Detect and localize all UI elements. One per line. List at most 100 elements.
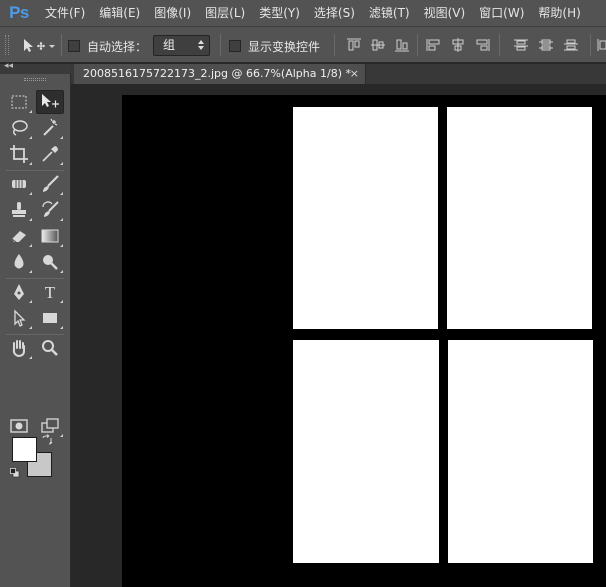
magic-wand-tool[interactable] [36, 116, 64, 140]
brush-icon [43, 175, 59, 192]
crop-icon [10, 145, 28, 163]
align-bottom-icon[interactable] [394, 38, 410, 52]
zoom-icon [42, 340, 58, 356]
healing-brush-icon [12, 180, 26, 188]
history-brush-icon [42, 201, 59, 217]
white-panel-top-right [447, 107, 592, 329]
eraser-tool[interactable] [5, 224, 33, 248]
auto-select-value: 组 [163, 38, 176, 52]
distribute-bottom-icon[interactable] [563, 38, 579, 52]
image-canvas[interactable] [122, 95, 606, 587]
menu-edit[interactable]: 编辑(E) [92, 0, 147, 26]
clone-stamp-icon [12, 202, 26, 217]
menu-view[interactable]: 视图(V) [417, 0, 473, 26]
rectangle-shape-tool[interactable] [36, 306, 64, 330]
quick-mask-button[interactable] [5, 414, 33, 438]
svg-text:T: T [45, 283, 56, 302]
menu-help[interactable]: 帮助(H) [531, 0, 587, 26]
tools-separator [6, 170, 64, 171]
options-separator [220, 34, 221, 56]
document-tab[interactable]: 2008516175722173_2.jpg @ 66.7%(Alpha 1/8… [74, 64, 366, 84]
menu-bar: Ps 文件(F) 编辑(E) 图像(I) 图层(L) 类型(Y) 选择(S) 滤… [0, 0, 606, 26]
hand-tool[interactable] [5, 336, 33, 360]
rectangle-shape-icon [43, 313, 57, 323]
options-separator [590, 34, 591, 56]
crop-tool[interactable] [5, 142, 33, 166]
type-icon: T [45, 283, 56, 302]
options-bar-grip[interactable] [5, 35, 9, 55]
document-tab-bar: 2008516175722173_2.jpg @ 66.7%(Alpha 1/8… [71, 64, 606, 84]
zoom-tool[interactable] [36, 336, 64, 360]
menu-select[interactable]: 选择(S) [307, 0, 362, 26]
menu-image[interactable]: 图像(I) [147, 0, 198, 26]
quick-mask-icon [10, 419, 28, 433]
magic-wand-icon [43, 118, 58, 136]
menu-type[interactable]: 类型(Y) [252, 0, 307, 26]
photoshop-logo: Ps [9, 3, 29, 22]
tools-separator [6, 334, 64, 335]
document-workspace[interactable] [71, 84, 606, 587]
distribute-vertical-center-icon[interactable] [538, 38, 554, 52]
move-tool[interactable] [36, 90, 64, 114]
clone-stamp-tool[interactable] [5, 198, 33, 222]
path-selection-tool[interactable] [5, 306, 33, 330]
tools-separator [6, 278, 64, 279]
distribute-top-icon[interactable] [513, 38, 529, 52]
tool-preset-picker[interactable] [22, 37, 56, 55]
history-brush-tool[interactable] [36, 198, 64, 222]
eyedropper-icon [42, 146, 58, 162]
white-panel-bottom-right [448, 340, 593, 563]
move-tool-icon [24, 39, 55, 52]
rectangular-marquee-tool[interactable] [5, 90, 33, 114]
align-right-icon[interactable] [474, 38, 490, 52]
tools-panel-grip[interactable] [24, 78, 46, 81]
lasso-tool[interactable] [5, 116, 33, 140]
default-colors-icon[interactable] [10, 468, 20, 478]
options-separator [499, 34, 500, 56]
align-top-icon[interactable] [346, 38, 362, 52]
menu-layer[interactable]: 图层(L) [198, 0, 252, 26]
updown-arrows-icon [198, 40, 204, 50]
rectangular-marquee-icon [11, 95, 27, 109]
distribute-left-icon[interactable] [597, 38, 606, 52]
screen-mode-button[interactable] [36, 414, 64, 438]
auto-select-dropdown[interactable]: 组 [153, 35, 210, 56]
menu-file[interactable]: 文件(F) [38, 0, 92, 26]
chevron-down-icon [49, 45, 55, 48]
menu-filter[interactable]: 滤镜(T) [362, 0, 417, 26]
auto-select-label: 自动选择： [87, 40, 148, 54]
align-horizontal-center-icon[interactable] [450, 38, 466, 52]
show-transform-checkbox[interactable] [229, 40, 241, 52]
eyedropper-tool[interactable] [36, 142, 64, 166]
document-tab-title: 2008516175722173_2.jpg @ 66.7%(Alpha 1/8… [83, 67, 351, 80]
blur-tool[interactable] [5, 250, 33, 274]
pen-tool[interactable] [5, 280, 33, 304]
type-tool[interactable]: T [36, 280, 64, 304]
brush-tool[interactable] [36, 172, 64, 196]
gradient-tool[interactable] [36, 224, 64, 248]
collapse-arrows-icon[interactable]: ◂◂ [4, 61, 13, 71]
panel-collapse-strip[interactable]: ◂◂ [0, 61, 71, 74]
show-transform-label: 显示变换控件 [248, 40, 321, 54]
align-vertical-center-icon[interactable] [370, 38, 386, 52]
eraser-icon [11, 231, 26, 243]
move-tool-icon [42, 94, 59, 108]
blur-icon [14, 254, 24, 269]
auto-select-checkbox[interactable] [68, 40, 80, 52]
white-panel-bottom-left [293, 340, 439, 563]
tools-panel: T [0, 74, 71, 587]
screen-mode-icon [41, 418, 59, 433]
align-left-icon[interactable] [426, 38, 442, 52]
menu-window[interactable]: 窗口(W) [472, 0, 531, 26]
dodge-icon [43, 255, 58, 270]
options-bar: 自动选择： 组 显示变换控件 [0, 26, 606, 63]
foreground-color-swatch[interactable] [12, 437, 37, 462]
lasso-icon [12, 120, 28, 136]
hand-icon [12, 340, 25, 358]
white-panel-top-left [293, 107, 438, 329]
options-separator [61, 34, 62, 56]
close-icon[interactable]: × [350, 64, 359, 84]
gradient-icon [41, 229, 59, 243]
dodge-tool[interactable] [36, 250, 64, 274]
healing-brush-tool[interactable] [5, 172, 33, 196]
